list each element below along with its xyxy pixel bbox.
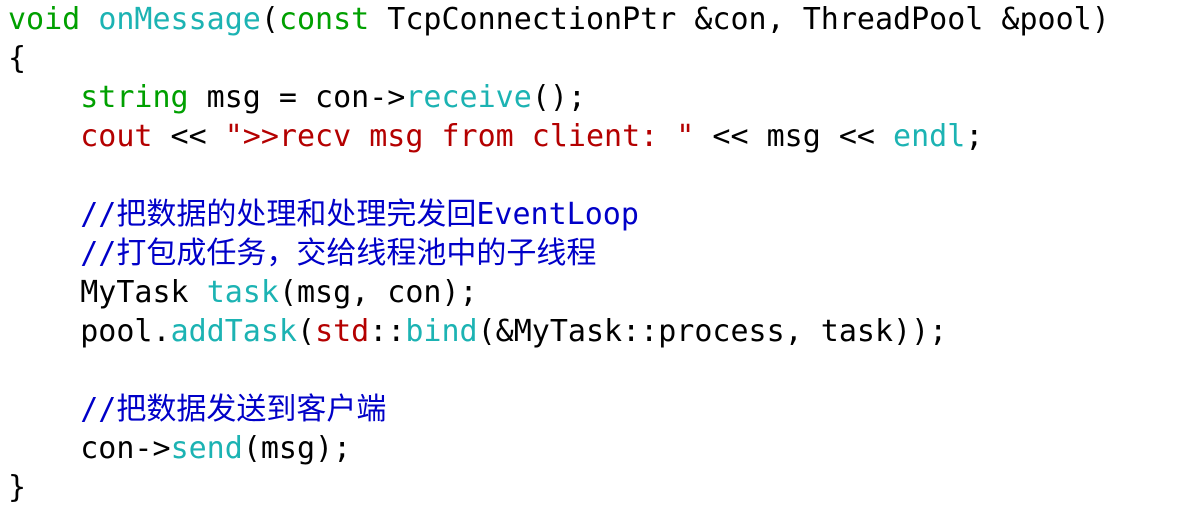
- code-line: void onMessage(const TcpConnectionPtr &c…: [8, 0, 1173, 39]
- code-token-keyword: const: [278, 2, 370, 37]
- code-token-comment: //把数据的处理和处理完发回EventLoop: [80, 197, 639, 232]
- code-token-default: ::: [369, 314, 406, 349]
- code-token-default: ;: [965, 119, 984, 154]
- code-token-function: receive: [405, 80, 532, 115]
- code-token-default: msg = con->: [188, 80, 406, 115]
- code-token-keyword: void: [8, 2, 99, 37]
- code-token-default: (: [260, 2, 279, 37]
- code-line: MyTask task(msg, con);: [8, 273, 1173, 312]
- code-token-default: [8, 80, 80, 115]
- code-line: //把数据发送到客户端: [8, 390, 1173, 429]
- code-token-string: std: [315, 314, 370, 349]
- code-token-default: {: [8, 41, 27, 76]
- code-line: //打包成任务，交给线程池中的子线程: [8, 234, 1173, 273]
- code-token-function: send: [170, 431, 243, 466]
- code-token-default: con->: [8, 431, 171, 466]
- code-line: {: [8, 39, 1173, 78]
- code-token-function: task: [206, 275, 279, 310]
- code-line: pool.addTask(std::bind(&MyTask::process,…: [8, 312, 1173, 351]
- code-token-function: bind: [405, 314, 478, 349]
- code-token-default: (&MyTask::process, task));: [477, 314, 948, 349]
- code-token-default: ();: [531, 80, 586, 115]
- code-token-default: (msg, con);: [278, 275, 478, 310]
- code-token-default: <<: [152, 119, 225, 154]
- code-token-default: [8, 197, 80, 232]
- code-token-default: pool.: [8, 314, 171, 349]
- code-token-function: addTask: [170, 314, 297, 349]
- code-token-default: [8, 236, 80, 271]
- code-token-comment: //把数据发送到客户端: [80, 392, 387, 427]
- code-line: con->send(msg);: [8, 429, 1173, 468]
- code-editor[interactable]: void onMessage(const TcpConnectionPtr &c…: [8, 0, 1173, 508]
- code-line: string msg = con->receive();: [8, 78, 1173, 117]
- code-line: //把数据的处理和处理完发回EventLoop: [8, 195, 1173, 234]
- code-token-default: (: [297, 314, 316, 349]
- code-line: cout << ">>recv msg from client: " << ms…: [8, 117, 1173, 156]
- code-token-default: << msg <<: [694, 119, 894, 154]
- code-token-function: onMessage: [98, 2, 261, 37]
- code-token-default: (msg);: [242, 431, 352, 466]
- code-token-default: [8, 119, 80, 154]
- code-token-default: }: [8, 470, 27, 505]
- code-token-string: cout: [80, 119, 153, 154]
- code-token-comment: //打包成任务，交给线程池中的子线程: [80, 236, 597, 271]
- code-token-default: TcpConnectionPtr &con, ThreadPool &pool): [369, 2, 1110, 37]
- code-token-keyword: string: [80, 80, 189, 115]
- code-line: }: [8, 468, 1173, 507]
- code-token-default: MyTask: [8, 275, 207, 310]
- code-token-function: endl: [893, 119, 966, 154]
- code-token-string: ">>recv msg from client: ": [224, 119, 695, 154]
- code-token-default: [8, 392, 80, 427]
